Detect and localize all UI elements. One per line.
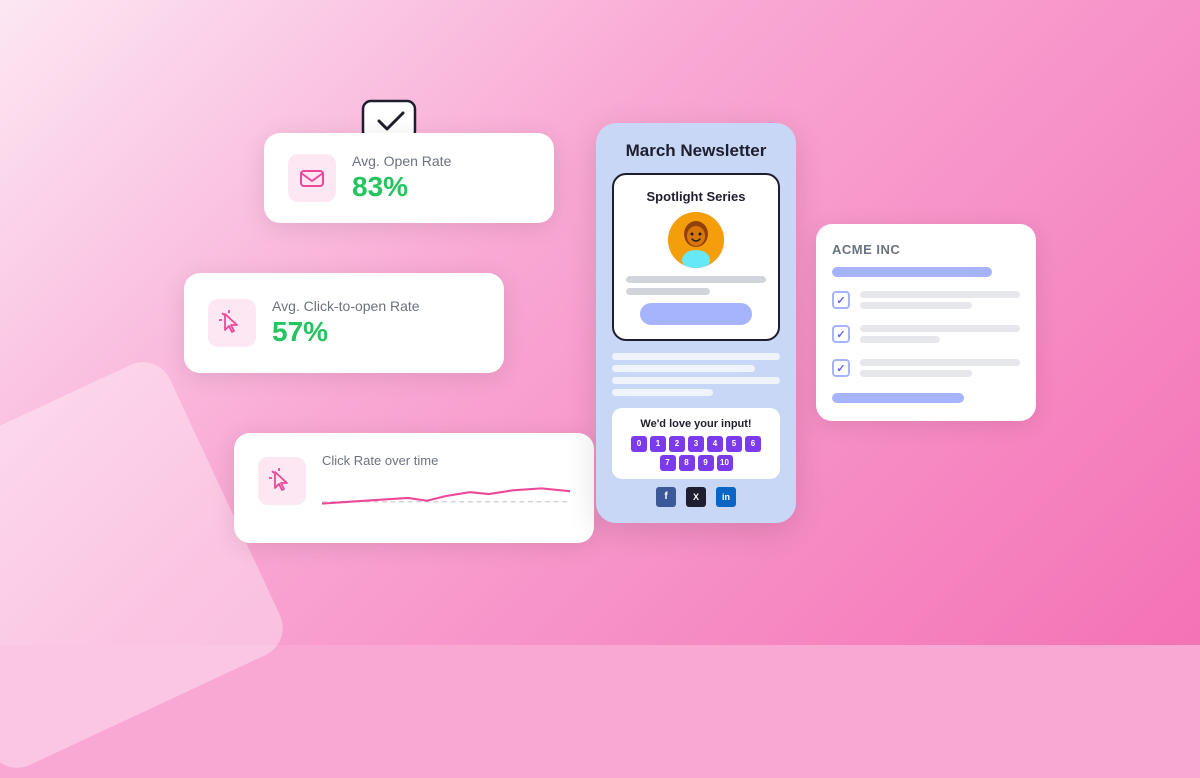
scale-2[interactable]: 2 xyxy=(669,436,685,452)
line-1a xyxy=(860,291,1020,298)
cursor-icon-wrap-crot xyxy=(258,457,306,505)
right-row-2 xyxy=(832,325,1020,343)
avatar xyxy=(668,212,724,268)
content-line-4 xyxy=(612,389,713,396)
spotlight-box: Spotlight Series xyxy=(612,173,780,341)
company-name: ACME INC xyxy=(832,242,1020,257)
cursor-icon-cto xyxy=(219,310,245,336)
scale-5[interactable]: 5 xyxy=(726,436,742,452)
line-3a xyxy=(860,359,1020,366)
facebook-icon[interactable]: f xyxy=(656,487,676,507)
left-cards-area: ✳ Avg. Open Rate 83% xyxy=(164,73,584,573)
check-box-2[interactable] xyxy=(832,325,850,343)
open-rate-label: Avg. Open Rate xyxy=(352,153,451,169)
newsletter-title: March Newsletter xyxy=(612,141,780,161)
survey-scale: 0 1 2 3 4 5 6 7 8 9 10 xyxy=(622,436,770,471)
main-container: ✳ Avg. Open Rate 83% xyxy=(0,0,1200,645)
content-line-2 xyxy=(612,365,755,372)
survey-section: We'd love your input! 0 1 2 3 4 5 6 7 8 … xyxy=(612,408,780,479)
content-lines xyxy=(612,353,780,396)
x-twitter-icon[interactable]: X xyxy=(686,487,706,507)
chart-title: Click Rate over time xyxy=(322,453,570,468)
open-rate-value: 83% xyxy=(352,171,451,203)
right-lines-2 xyxy=(860,325,1020,343)
spotlight-label: Spotlight Series xyxy=(647,189,746,204)
scale-1[interactable]: 1 xyxy=(650,436,666,452)
line-2a xyxy=(860,325,1020,332)
right-row-1 xyxy=(832,291,1020,309)
line-2b xyxy=(860,336,940,343)
gray-line-1 xyxy=(626,276,766,283)
open-rate-text: Avg. Open Rate 83% xyxy=(352,153,451,203)
check-box-3[interactable] xyxy=(832,359,850,377)
scale-3[interactable]: 3 xyxy=(688,436,704,452)
spotlight-gray-lines xyxy=(626,276,766,295)
line-1b xyxy=(860,302,972,309)
avg-open-rate-card: Avg. Open Rate 83% xyxy=(264,133,554,223)
avg-cto-rate-card: Avg. Click-to-open Rate 57% xyxy=(184,273,504,373)
envelope-icon xyxy=(299,165,325,191)
click-rate-chart xyxy=(322,472,570,520)
scale-10[interactable]: 10 xyxy=(717,455,733,471)
scale-9[interactable]: 9 xyxy=(698,455,714,471)
spotlight-button[interactable] xyxy=(640,303,752,325)
cursor-icon-crot xyxy=(269,468,295,494)
click-rate-over-time-card: Click Rate over time xyxy=(234,433,594,543)
cto-rate-value: 57% xyxy=(272,316,420,348)
social-row: f X in xyxy=(612,487,780,507)
check-box-1[interactable] xyxy=(832,291,850,309)
line-3b xyxy=(860,370,972,377)
linkedin-icon[interactable]: in xyxy=(716,487,736,507)
scale-4[interactable]: 4 xyxy=(707,436,723,452)
gray-line-2 xyxy=(626,288,710,295)
scale-0[interactable]: 0 xyxy=(631,436,647,452)
envelope-icon-wrap xyxy=(288,154,336,202)
survey-title: We'd love your input! xyxy=(622,418,770,430)
top-progress-bar xyxy=(832,267,992,277)
chart-area: Click Rate over time xyxy=(322,453,570,520)
cto-rate-text: Avg. Click-to-open Rate 57% xyxy=(272,298,420,348)
scale-7[interactable]: 7 xyxy=(660,455,676,471)
right-lines-3 xyxy=(860,359,1020,377)
scale-6[interactable]: 6 xyxy=(745,436,761,452)
right-lines-1 xyxy=(860,291,1020,309)
cursor-icon-wrap-cto xyxy=(208,299,256,347)
cto-rate-label: Avg. Click-to-open Rate xyxy=(272,298,420,314)
newsletter-card: March Newsletter Spotlight Series xyxy=(596,123,796,523)
right-panel: ACME INC xyxy=(816,224,1036,421)
content-line-3 xyxy=(612,377,780,384)
content-line-1 xyxy=(612,353,780,360)
right-row-3 xyxy=(832,359,1020,377)
scale-8[interactable]: 8 xyxy=(679,455,695,471)
bottom-progress-bar xyxy=(832,393,964,403)
